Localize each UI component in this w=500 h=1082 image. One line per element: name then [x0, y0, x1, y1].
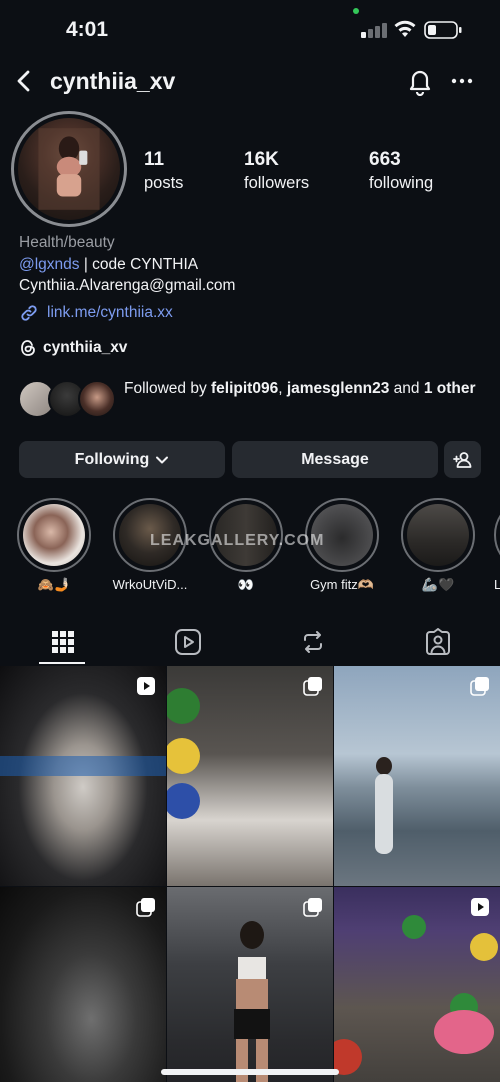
active-tab-indicator [39, 662, 85, 664]
tab-reposts[interactable] [250, 620, 375, 664]
wifi-icon [394, 20, 416, 37]
post-thumbnail[interactable] [334, 666, 500, 886]
message-button[interactable]: Message [232, 441, 438, 478]
following-label: following [369, 174, 434, 192]
tab-reels[interactable] [125, 620, 250, 664]
post-thumbnail[interactable] [0, 887, 166, 1082]
chevron-down-icon [156, 456, 169, 463]
bell-icon[interactable] [406, 66, 434, 96]
followed-by-prefix: Followed by [124, 380, 212, 397]
followed-by-user[interactable]: felipit096 [211, 380, 278, 397]
followed-by-and: and [389, 380, 424, 397]
carousel-badge-icon [303, 677, 322, 696]
posts-label: posts [144, 174, 184, 192]
threads-handle: cynthiia_xv [43, 339, 128, 356]
following-button[interactable]: Following [19, 441, 225, 478]
followed-by-sep: , [278, 380, 287, 397]
following-count: 663 [369, 149, 401, 170]
followed-by-user[interactable]: jamesglenn23 [287, 380, 390, 397]
post-thumbnail[interactable] [0, 666, 166, 886]
bio-link-text[interactable]: link.me/cynthiia.xx [47, 304, 173, 322]
message-button-label: Message [301, 450, 369, 468]
followed-by-other[interactable]: 1 other [424, 380, 476, 397]
watermark-text: LEAKGALLERY.COM [150, 532, 325, 549]
bio-line: @lgxnds | code CYNTHIA [19, 256, 198, 274]
carousel-badge-icon [470, 677, 489, 696]
bio-mention-link[interactable]: @lgxnds [19, 256, 80, 273]
profile-header: cynthiia_xv [0, 60, 500, 104]
profile-avatar-ring[interactable] [11, 111, 127, 227]
post-thumbnail[interactable] [167, 887, 333, 1082]
bio-code-text: | code CYNTHIA [79, 256, 199, 273]
tagged-repost-icon [303, 631, 322, 653]
tab-tagged[interactable] [375, 620, 500, 664]
stat-following[interactable]: 663 following [369, 149, 433, 193]
tagged-icon [425, 628, 450, 655]
add-person-icon [452, 451, 471, 468]
post-thumbnail[interactable] [334, 887, 500, 1082]
story-highlight[interactable]: L [494, 498, 500, 592]
highlight-label: Gym fitz🫶🏼 [310, 577, 374, 592]
threads-icon [21, 340, 35, 356]
status-time: 4:01 [66, 18, 109, 41]
followers-label: followers [244, 174, 310, 192]
followed-by-text[interactable]: Followed by felipit096, jamesglenn23 and… [124, 378, 484, 399]
profile-avatar[interactable] [18, 118, 120, 220]
bio-category: Health/beauty [19, 234, 115, 251]
stat-followers[interactable]: 16K followers [244, 149, 309, 193]
home-indicator[interactable] [161, 1069, 339, 1075]
stat-posts[interactable]: 11 posts [144, 149, 183, 193]
bio-email: Cynthiia.Alvarenga@gmail.com [19, 277, 236, 294]
highlight-cover [407, 504, 469, 566]
threads-badge[interactable]: cynthiia_xv [19, 339, 127, 357]
back-icon[interactable] [10, 66, 38, 96]
highlight-label: L [494, 577, 500, 592]
battery-icon [424, 21, 462, 39]
highlight-label: WrkoUtViD... [112, 577, 188, 592]
link-icon [21, 305, 37, 321]
carousel-badge-icon [303, 898, 322, 917]
highlight-label: 🙈🤳🏻 [37, 577, 71, 592]
highlight-label: 🦾🖤 [421, 577, 455, 592]
post-thumbnail[interactable] [167, 666, 333, 886]
followers-count: 16K [244, 149, 279, 170]
followed-by-avatars[interactable] [18, 380, 118, 418]
posts-count: 11 [144, 149, 165, 170]
reel-badge-icon [471, 898, 489, 916]
highlight-cover [23, 504, 85, 566]
highlight-label: 👀 [237, 577, 255, 592]
profile-username: cynthiia_xv [50, 68, 176, 94]
suggest-people-button[interactable] [444, 441, 481, 478]
bio-external-link[interactable]: link.me/cynthiia.xx [19, 303, 173, 323]
carousel-badge-icon [136, 898, 155, 917]
more-icon[interactable] [449, 68, 475, 94]
grid-icon [51, 631, 74, 653]
story-highlight[interactable]: 🦾🖤 [400, 498, 476, 593]
signal-icon [361, 22, 387, 38]
reel-badge-icon [137, 677, 155, 695]
avatar [78, 380, 116, 418]
status-bar: 4:01 [0, 0, 500, 60]
story-highlight[interactable]: 🙈🤳🏻 [16, 498, 92, 593]
reels-icon [174, 629, 201, 655]
tab-posts-grid[interactable] [0, 620, 125, 664]
profile-tabs [0, 620, 500, 664]
camera-indicator-dot [353, 8, 359, 14]
following-button-label: Following [74, 450, 150, 468]
